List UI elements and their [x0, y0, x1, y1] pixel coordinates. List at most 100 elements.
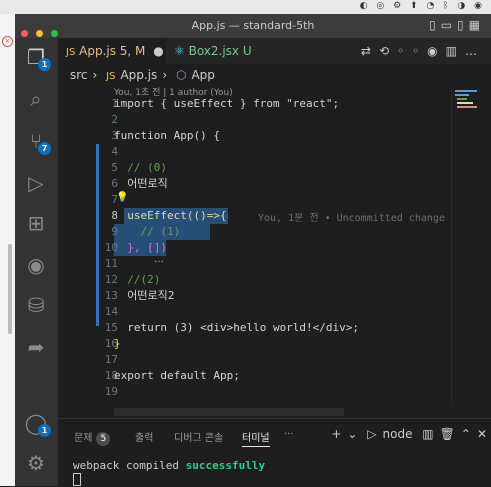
breadcrumb-symbol[interactable]: App [191, 68, 214, 82]
scrollbar[interactable] [8, 244, 12, 334]
compare-changes-icon[interactable]: ⇄ [361, 44, 379, 58]
toggle-sidebar-icon[interactable]: ▯ [429, 18, 441, 32]
code-line: return (3) <div>hello world!</div>; [114, 321, 360, 334]
line-number: 17 [104, 353, 118, 366]
search-icon[interactable]: ⌕ [23, 86, 49, 112]
line-number: 5 [111, 161, 118, 174]
new-terminal-icon[interactable]: + [331, 427, 341, 441]
breadcrumb: src › JS App.js › ⬡ App [58, 64, 491, 86]
tab-app-js[interactable]: JS App.js 5, M ● [58, 38, 166, 64]
minimap-line [457, 98, 467, 100]
next-change-icon[interactable]: ◦ [412, 44, 427, 58]
window-title: App.js — standard-5th [191, 19, 315, 32]
customize-layout-icon[interactable]: ▦ [469, 18, 485, 32]
line-number: 8 [111, 209, 118, 222]
line-number: 15 [104, 321, 118, 334]
terminal-status-text: successfully [185, 459, 266, 472]
line-number: 12 [104, 273, 118, 286]
title-bar: App.js — standard-5th ▯▭▯▦ [15, 14, 491, 38]
extensions-icon[interactable]: ⊞ [23, 210, 49, 236]
minimap-line [455, 90, 477, 92]
terminal-cursor [73, 472, 81, 486]
line-number: 19 [104, 385, 118, 398]
chevron-right-icon: › [162, 68, 168, 82]
terminal-output[interactable]: webpack compiled successfully [73, 459, 265, 486]
symbol-icon: ⬡ [175, 68, 187, 82]
panel-actions: + ⌄ ▷ node ▥ 🗑 ⌃ ✕ [325, 427, 487, 441]
panel-more-button[interactable]: ··· [284, 429, 294, 440]
go-back-icon[interactable]: ⟲ [379, 44, 397, 58]
settings-gear-icon[interactable]: ⚙ [23, 450, 49, 476]
source-control-badge: 7 [38, 142, 51, 155]
gitlens-icon[interactable]: ◉ [23, 252, 49, 278]
close-icon[interactable]: ✕ [477, 427, 487, 441]
line-number: 13 [104, 289, 118, 302]
tab-terminal[interactable]: 터미널 [242, 429, 270, 447]
tab-status: 5, M [119, 44, 146, 58]
editor-actions: ⇄⟲◦◦◉▥… [361, 44, 485, 58]
code-line: // (1) [114, 225, 181, 238]
layout-controls: ▯▭▯▦ [429, 18, 485, 32]
tab-file-name: Box2.jsx [188, 44, 240, 58]
code-editor[interactable]: 💡 1 2 3 4 5 6 7 8 9 10 11 12 13 14 15 16… [58, 96, 451, 406]
tab-box2-jsx[interactable]: ⚛ Box2.jsx U [166, 38, 274, 64]
line-number: 11 [104, 257, 118, 270]
unsaved-dot-icon[interactable]: ● [153, 44, 163, 58]
fold-hint[interactable]: … [154, 254, 164, 265]
split-terminal-icon[interactable]: ▥ [422, 427, 433, 441]
split-editor-icon[interactable]: ▥ [446, 44, 465, 58]
tab-problems[interactable]: 문제 5 [74, 429, 111, 446]
code-line: import { useEffect } from "react"; [114, 97, 340, 110]
code-line: 어떤로직 [114, 177, 168, 190]
chevron-up-icon[interactable]: ⌃ [461, 427, 471, 441]
activity-bar: ❐ 1 ⌕ ⑂ 7 ▷ ⊞ ◉ ⛁ ➦ ◯ 1 ⚙ [15, 38, 58, 486]
line-number: 2 [111, 113, 118, 126]
tab-debug-console[interactable]: 디버그 콘솔 [174, 429, 223, 444]
code-line: } [114, 337, 121, 350]
tab-status: U [242, 44, 252, 58]
bottom-panel: 문제 5 출력 디버그 콘솔 터미널 ··· + ⌄ ▷ node ▥ 🗑 ⌃ ✕ webp… [58, 418, 491, 487]
terminal-text: webpack compiled [73, 459, 186, 472]
react-icon: ⚛ [174, 44, 185, 58]
line-number: 6 [111, 177, 118, 190]
code-line: 어떤로직2 [114, 289, 175, 302]
gitlens-blame-icon[interactable]: ◉ [427, 44, 445, 58]
editor-tabs: JS App.js 5, M ● ⚛ Box2.jsx U ⇄⟲◦◦◉▥… [58, 38, 491, 64]
minimap-line [457, 106, 477, 108]
line-number: 4 [111, 145, 118, 158]
line-number: 1 [111, 97, 118, 110]
line-number: 7 [111, 193, 118, 206]
tab-output[interactable]: 출력 [135, 429, 153, 444]
previous-change-icon[interactable]: ◦ [397, 44, 412, 58]
code-line: //(2) [114, 273, 161, 286]
code-line: // (0) [114, 161, 167, 174]
database-icon[interactable]: ⛁ [23, 292, 49, 318]
terminal-shell-name[interactable]: node [383, 427, 413, 441]
trash-icon[interactable]: 🗑 [440, 427, 455, 441]
tab-label: 문제 [74, 433, 93, 444]
live-share-icon[interactable]: ➦ [23, 334, 49, 360]
explorer-badge: 1 [38, 58, 51, 71]
toggle-panel-icon[interactable]: ▭ [441, 18, 457, 32]
inline-blame: You, 1분 전 • Uncommitted change [258, 213, 445, 224]
breadcrumb-folder[interactable]: src [70, 68, 88, 82]
chevron-right-icon: › [92, 68, 98, 82]
account-badge: 1 [38, 424, 51, 437]
background-window-strip: × [0, 14, 15, 486]
chevron-down-icon[interactable]: ⌄ [347, 427, 357, 441]
terminal-shell-icon: ▷ [367, 427, 377, 441]
status-icons: ◐ ◎ ⚙ ⬆ ◔ ᛒ ◑ ◉ [359, 1, 485, 11]
problems-count-badge: 5 [96, 432, 111, 446]
panel-tabs: 문제 5 출력 디버그 콘솔 터미널 ··· + ⌄ ▷ node ▥ 🗑 ⌃ ✕ [58, 419, 491, 453]
minimap[interactable] [451, 86, 491, 406]
run-debug-icon[interactable]: ▷ [23, 170, 49, 196]
minimap-line [457, 102, 473, 104]
more-actions-icon[interactable]: … [465, 44, 485, 58]
breadcrumb-file[interactable]: App.js [120, 68, 157, 82]
line-number: 16 [104, 337, 118, 350]
tab-file-name: App.js [79, 44, 116, 58]
line-number: 18 [104, 369, 118, 382]
js-file-icon: JS [106, 71, 116, 82]
horizontal-scrollbar[interactable] [114, 408, 344, 416]
toggle-secondary-sidebar-icon[interactable]: ▯ [457, 18, 469, 32]
